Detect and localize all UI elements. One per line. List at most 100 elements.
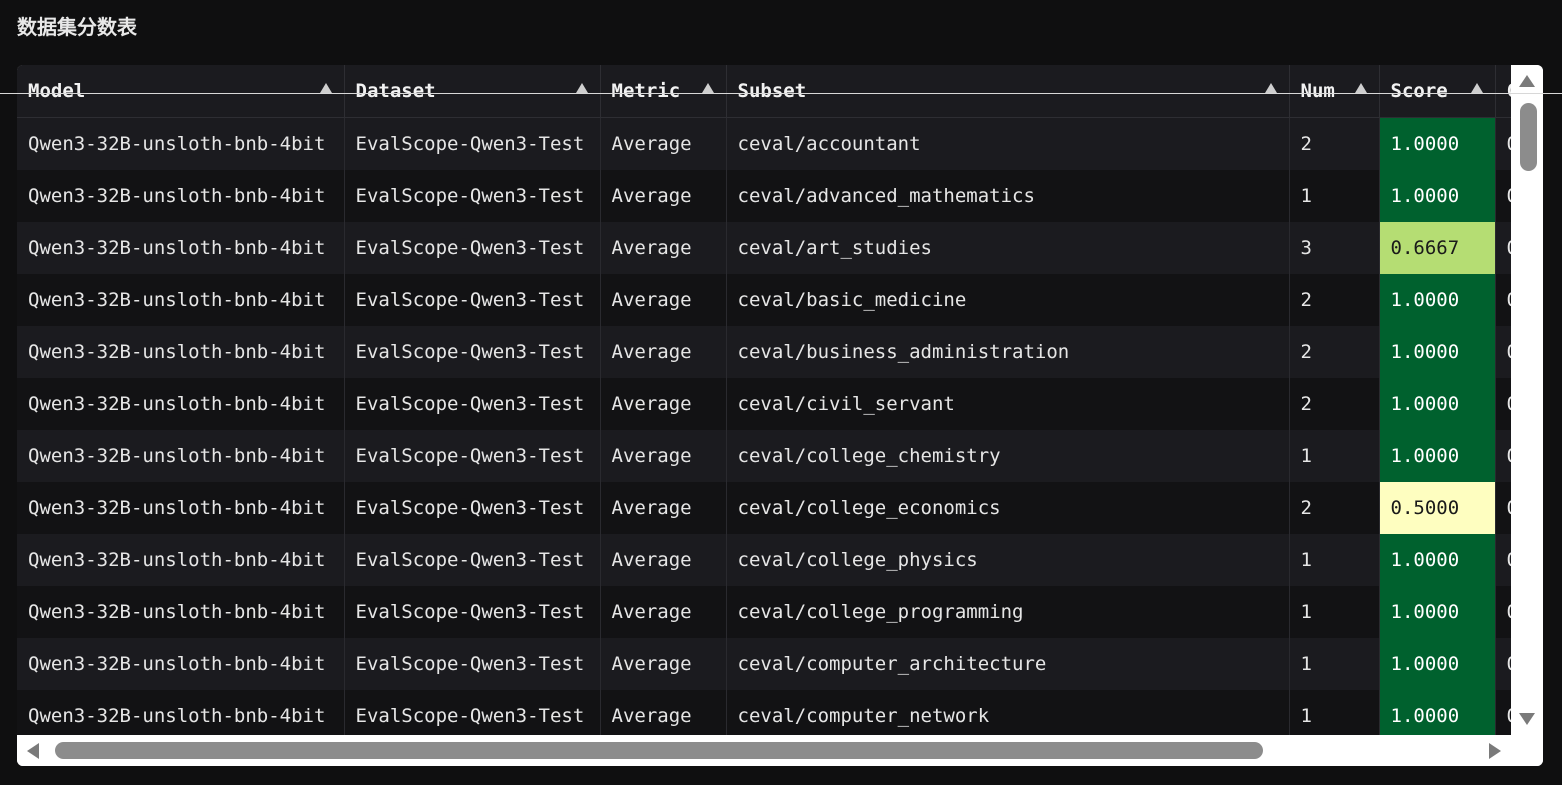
cell-extra: 0 [1495, 274, 1511, 326]
column-header-num[interactable]: Num [1289, 65, 1380, 118]
cell-metric: Average [600, 690, 727, 735]
column-header-label: Subset [737, 80, 807, 102]
cell-metric: Average [600, 222, 727, 274]
table-row[interactable]: Qwen3-32B-unsloth-bnb-4bit EvalScope-Qwen… [17, 170, 1511, 222]
table-row[interactable]: Qwen3-32B-unsloth-bnb-4bit EvalScope-Qwen… [17, 117, 1511, 170]
scroll-down-icon[interactable] [1519, 713, 1535, 725]
cell-metric: Average [600, 534, 727, 586]
cell-num: 2 [1289, 326, 1380, 378]
sort-asc-icon[interactable] [1264, 83, 1277, 93]
horizontal-scrollbar[interactable] [17, 735, 1511, 766]
cell-num: 2 [1289, 482, 1380, 534]
vertical-scrollbar[interactable] [1511, 65, 1543, 735]
column-header-dataset[interactable]: Dataset [344, 65, 601, 118]
column-header-label: Num [1300, 80, 1335, 102]
cell-subset: ceval/civil_servant [726, 378, 1290, 430]
cell-num: 1 [1289, 690, 1380, 735]
table-row[interactable]: Qwen3-32B-unsloth-bnb-4bit EvalScope-Qwen… [17, 482, 1511, 534]
cell-metric: Average [600, 638, 727, 690]
cell-score: 1.0000 [1379, 430, 1496, 482]
cell-extra: 0 [1495, 430, 1511, 482]
cell-score: 1.0000 [1379, 326, 1496, 378]
cell-subset: ceval/computer_architecture [726, 638, 1290, 690]
score-table-frame: Model Dataset Metric Subset Num Score C … [17, 65, 1543, 766]
cell-extra: 0 [1495, 222, 1511, 274]
cell-extra: 0 [1495, 378, 1511, 430]
column-header-score[interactable]: Score [1379, 65, 1496, 118]
sort-asc-icon[interactable] [319, 83, 332, 93]
cell-dataset: EvalScope-Qwen3-Test [344, 222, 601, 274]
cell-dataset: EvalScope-Qwen3-Test [344, 638, 601, 690]
table-row[interactable]: Qwen3-32B-unsloth-bnb-4bit EvalScope-Qwen… [17, 586, 1511, 638]
scrollbar-corner [1511, 735, 1543, 766]
cell-extra: 0 [1495, 482, 1511, 534]
sort-asc-icon[interactable] [575, 83, 588, 93]
cell-dataset: EvalScope-Qwen3-Test [344, 117, 601, 170]
cell-score: 1.0000 [1379, 586, 1496, 638]
cell-model: Qwen3-32B-unsloth-bnb-4bit [17, 534, 345, 586]
table-row[interactable]: Qwen3-32B-unsloth-bnb-4bit EvalScope-Qwen… [17, 638, 1511, 690]
cell-score: 1.0000 [1379, 534, 1496, 586]
cell-subset: ceval/college_programming [726, 586, 1290, 638]
cell-metric: Average [600, 378, 727, 430]
cell-dataset: EvalScope-Qwen3-Test [344, 326, 601, 378]
cell-model: Qwen3-32B-unsloth-bnb-4bit [17, 274, 345, 326]
table-row[interactable]: Qwen3-32B-unsloth-bnb-4bit EvalScope-Qwen… [17, 222, 1511, 274]
cell-dataset: EvalScope-Qwen3-Test [344, 274, 601, 326]
scroll-left-icon[interactable] [27, 743, 39, 759]
cell-model: Qwen3-32B-unsloth-bnb-4bit [17, 222, 345, 274]
cell-num: 1 [1289, 170, 1380, 222]
table-row[interactable]: Qwen3-32B-unsloth-bnb-4bit EvalScope-Qwen… [17, 326, 1511, 378]
score-table: Model Dataset Metric Subset Num Score C … [17, 65, 1511, 735]
cell-score: 1.0000 [1379, 638, 1496, 690]
cell-extra: 0 [1495, 690, 1511, 735]
cell-score: 1.0000 [1379, 117, 1496, 170]
table-row[interactable]: Qwen3-32B-unsloth-bnb-4bit EvalScope-Qwen… [17, 274, 1511, 326]
column-header-model[interactable]: Model [17, 65, 345, 118]
cell-score: 0.6667 [1379, 222, 1496, 274]
cell-extra: 0 [1495, 117, 1511, 170]
table-viewport[interactable]: Model Dataset Metric Subset Num Score C … [17, 65, 1511, 735]
column-header-extra[interactable]: C [1495, 65, 1511, 118]
cell-model: Qwen3-32B-unsloth-bnb-4bit [17, 586, 345, 638]
table-row[interactable]: Qwen3-32B-unsloth-bnb-4bit EvalScope-Qwen… [17, 534, 1511, 586]
cell-num: 2 [1289, 274, 1380, 326]
column-header-subset[interactable]: Subset [726, 65, 1290, 118]
cell-score: 1.0000 [1379, 690, 1496, 735]
cell-subset: ceval/accountant [726, 117, 1290, 170]
table-row[interactable]: Qwen3-32B-unsloth-bnb-4bit EvalScope-Qwen… [17, 430, 1511, 482]
cell-subset: ceval/art_studies [726, 222, 1290, 274]
cell-model: Qwen3-32B-unsloth-bnb-4bit [17, 482, 345, 534]
column-header-label: Score [1390, 80, 1448, 102]
sort-asc-icon[interactable] [701, 83, 714, 93]
cell-model: Qwen3-32B-unsloth-bnb-4bit [17, 117, 345, 170]
cell-model: Qwen3-32B-unsloth-bnb-4bit [17, 170, 345, 222]
cell-score: 0.5000 [1379, 482, 1496, 534]
cell-model: Qwen3-32B-unsloth-bnb-4bit [17, 690, 345, 735]
page-title: 数据集分数表 [17, 15, 137, 39]
cell-dataset: EvalScope-Qwen3-Test [344, 586, 601, 638]
cell-extra: 0 [1495, 586, 1511, 638]
scroll-right-icon[interactable] [1489, 743, 1501, 759]
sort-asc-icon[interactable] [1354, 83, 1367, 93]
cell-dataset: EvalScope-Qwen3-Test [344, 378, 601, 430]
cell-extra: 0 [1495, 534, 1511, 586]
table-row[interactable]: Qwen3-32B-unsloth-bnb-4bit EvalScope-Qwen… [17, 690, 1511, 735]
sort-asc-icon[interactable] [1470, 83, 1483, 93]
table-body: Qwen3-32B-unsloth-bnb-4bit EvalScope-Qwen… [17, 117, 1511, 735]
cell-num: 2 [1289, 378, 1380, 430]
scroll-up-icon[interactable] [1519, 75, 1535, 87]
cell-metric: Average [600, 586, 727, 638]
overlay-divider-line [0, 93, 1562, 94]
horizontal-scroll-thumb[interactable] [55, 742, 1263, 759]
cell-subset: ceval/advanced_mathematics [726, 170, 1290, 222]
cell-subset: ceval/computer_network [726, 690, 1290, 735]
cell-num: 1 [1289, 586, 1380, 638]
vertical-scroll-thumb[interactable] [1520, 103, 1537, 171]
table-row[interactable]: Qwen3-32B-unsloth-bnb-4bit EvalScope-Qwen… [17, 378, 1511, 430]
cell-num: 3 [1289, 222, 1380, 274]
cell-dataset: EvalScope-Qwen3-Test [344, 534, 601, 586]
column-header-metric[interactable]: Metric [600, 65, 727, 118]
column-header-label: Model [28, 80, 86, 102]
cell-num: 1 [1289, 430, 1380, 482]
